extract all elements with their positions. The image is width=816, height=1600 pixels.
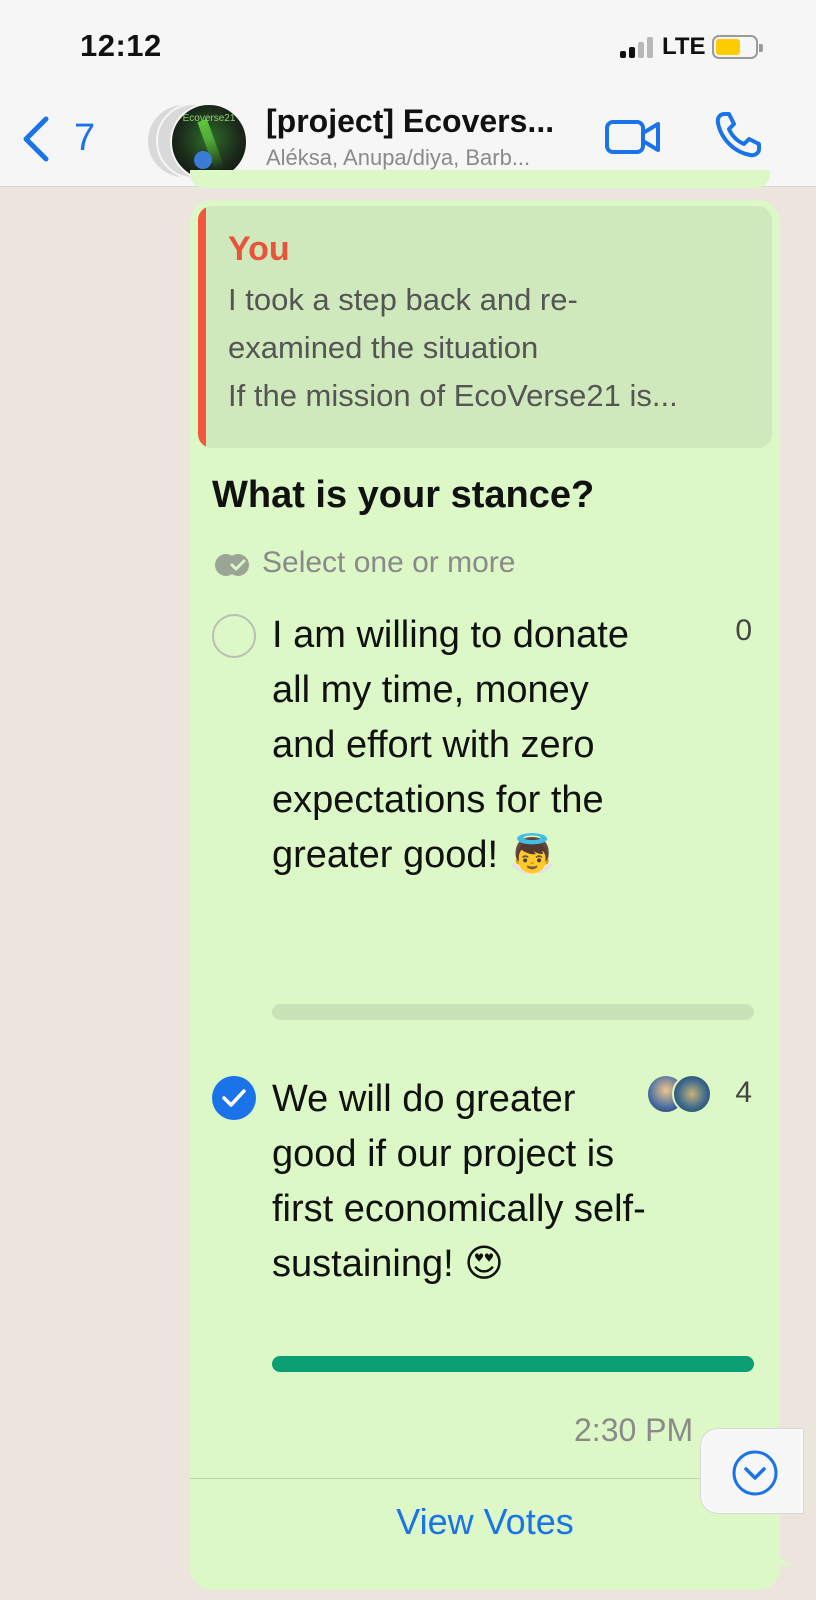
option-vote-bar [272,1004,754,1020]
voter-avatar [672,1074,712,1114]
status-time: 12:12 [80,28,162,63]
battery-icon [712,35,763,59]
carrier-label: LTE [662,33,706,60]
option-vote-bar [272,1356,754,1372]
previous-message-edge [190,170,770,188]
poll-question: What is your stance? [212,474,595,516]
poll-hint: Select one or more [262,546,516,579]
poll-option[interactable]: I am willing to donate all my time, mone… [198,608,772,1028]
chat-title[interactable]: [project] Ecovers... [266,103,586,140]
option-vote-fill [272,1356,754,1372]
quote-line: I took a step back and re- [228,282,578,317]
video-camera-icon[interactable] [604,115,662,159]
checkmark-icon [222,1089,246,1107]
view-votes-button[interactable]: View Votes [190,1486,780,1566]
chevron-down-circle-icon [732,1450,778,1496]
double-check-icon [215,554,249,576]
poll-option[interactable]: We will do greater good if our project i… [198,1072,772,1392]
voter-avatars[interactable] [646,1074,726,1114]
option-vote-count: 0 [735,614,752,647]
quoted-message[interactable]: You I took a step back and re- examined … [198,206,772,448]
quote-line: If the mission of EcoVerse21 is... [228,378,678,413]
unread-count: 7 [74,117,96,159]
option-vote-count: 4 [735,1076,752,1109]
signal-strength-icon [620,36,660,58]
option-text: We will do greater good if our project i… [272,1078,646,1285]
status-bar: 12:12 LTE [0,0,816,95]
quote-accent-bar [198,206,206,448]
chat-participants[interactable]: Aléksa, Anupa/diya, Barb... [266,145,596,171]
option-text: I am willing to donate all my time, mone… [272,614,629,876]
quote-author: You [228,230,290,268]
avatar-logo-text: Ecoverse21 [182,113,236,124]
option-radio[interactable] [212,614,256,658]
quote-line: examined the situation [228,330,539,365]
chevron-left-icon [23,116,49,162]
message-time: 2:30 PM [574,1412,694,1448]
option-radio-checked[interactable] [212,1076,256,1120]
phone-icon[interactable] [712,109,764,161]
back-button[interactable]: 7 [18,109,108,169]
scroll-to-bottom-button[interactable] [700,1428,804,1514]
bubble-divider [190,1478,780,1479]
